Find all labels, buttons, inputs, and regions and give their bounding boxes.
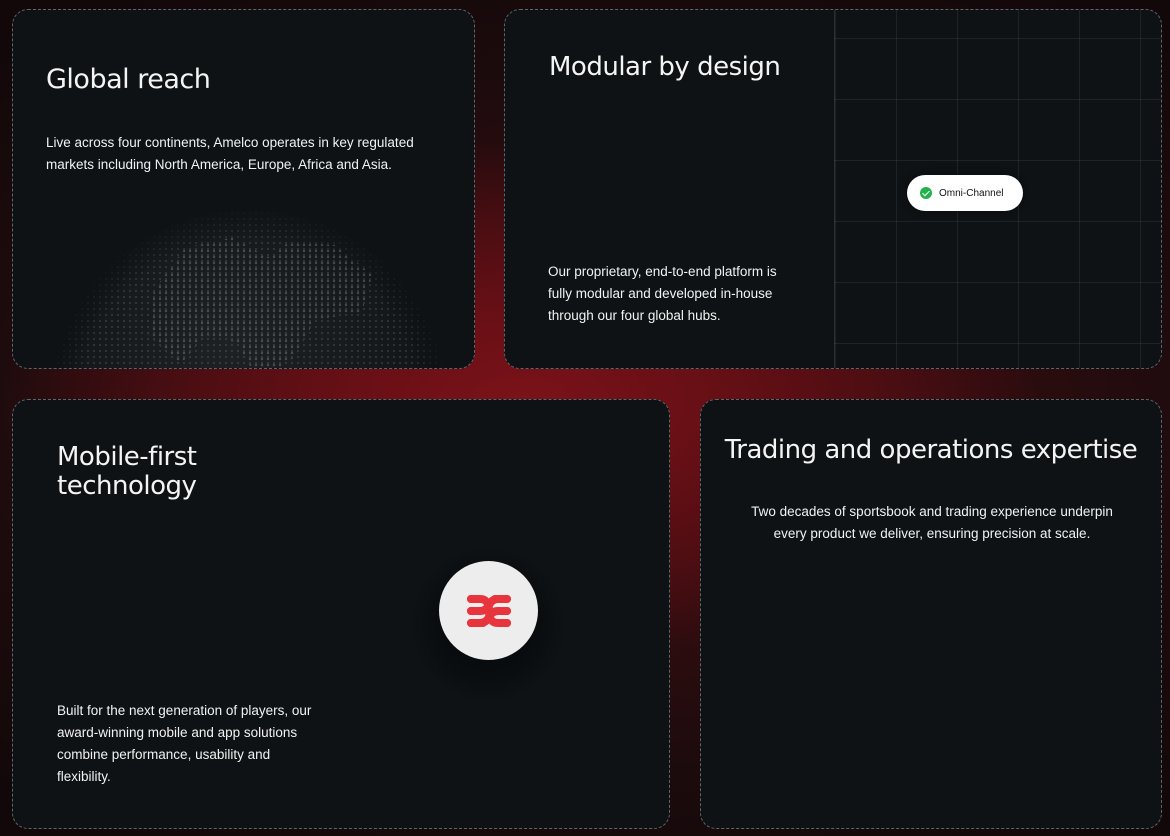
global-reach-card: Global reach Live across four continents… <box>12 9 475 369</box>
modular-description: Our proprietary, end-to-end platform is … <box>548 264 777 323</box>
global-reach-title: Global reach <box>46 64 211 95</box>
modular-title: Modular by design <box>549 52 781 82</box>
check-circle-icon <box>920 187 932 199</box>
global-reach-description: Live across four continents, Amelco oper… <box>46 135 414 172</box>
mobile-first-card: Mobile-first technology Built for the ne… <box>12 399 670 829</box>
trading-card: Trading and operations expertise Two dec… <box>700 399 1162 829</box>
omni-channel-pill: Omni-Channel <box>907 175 1023 211</box>
mobile-first-description: Built for the next generation of players… <box>57 703 312 784</box>
omni-channel-label: Omni-Channel <box>939 187 1004 199</box>
trading-title: Trading and operations expertise <box>724 435 1138 465</box>
amelco-logo-icon <box>466 594 511 627</box>
mobile-first-title: Mobile-first technology <box>57 442 197 501</box>
trading-description: Two decades of sportsbook and trading ex… <box>751 504 1113 541</box>
amelco-logo-badge <box>439 561 538 660</box>
modular-card: Modular by design Our proprietary, end-t… <box>504 9 1162 369</box>
